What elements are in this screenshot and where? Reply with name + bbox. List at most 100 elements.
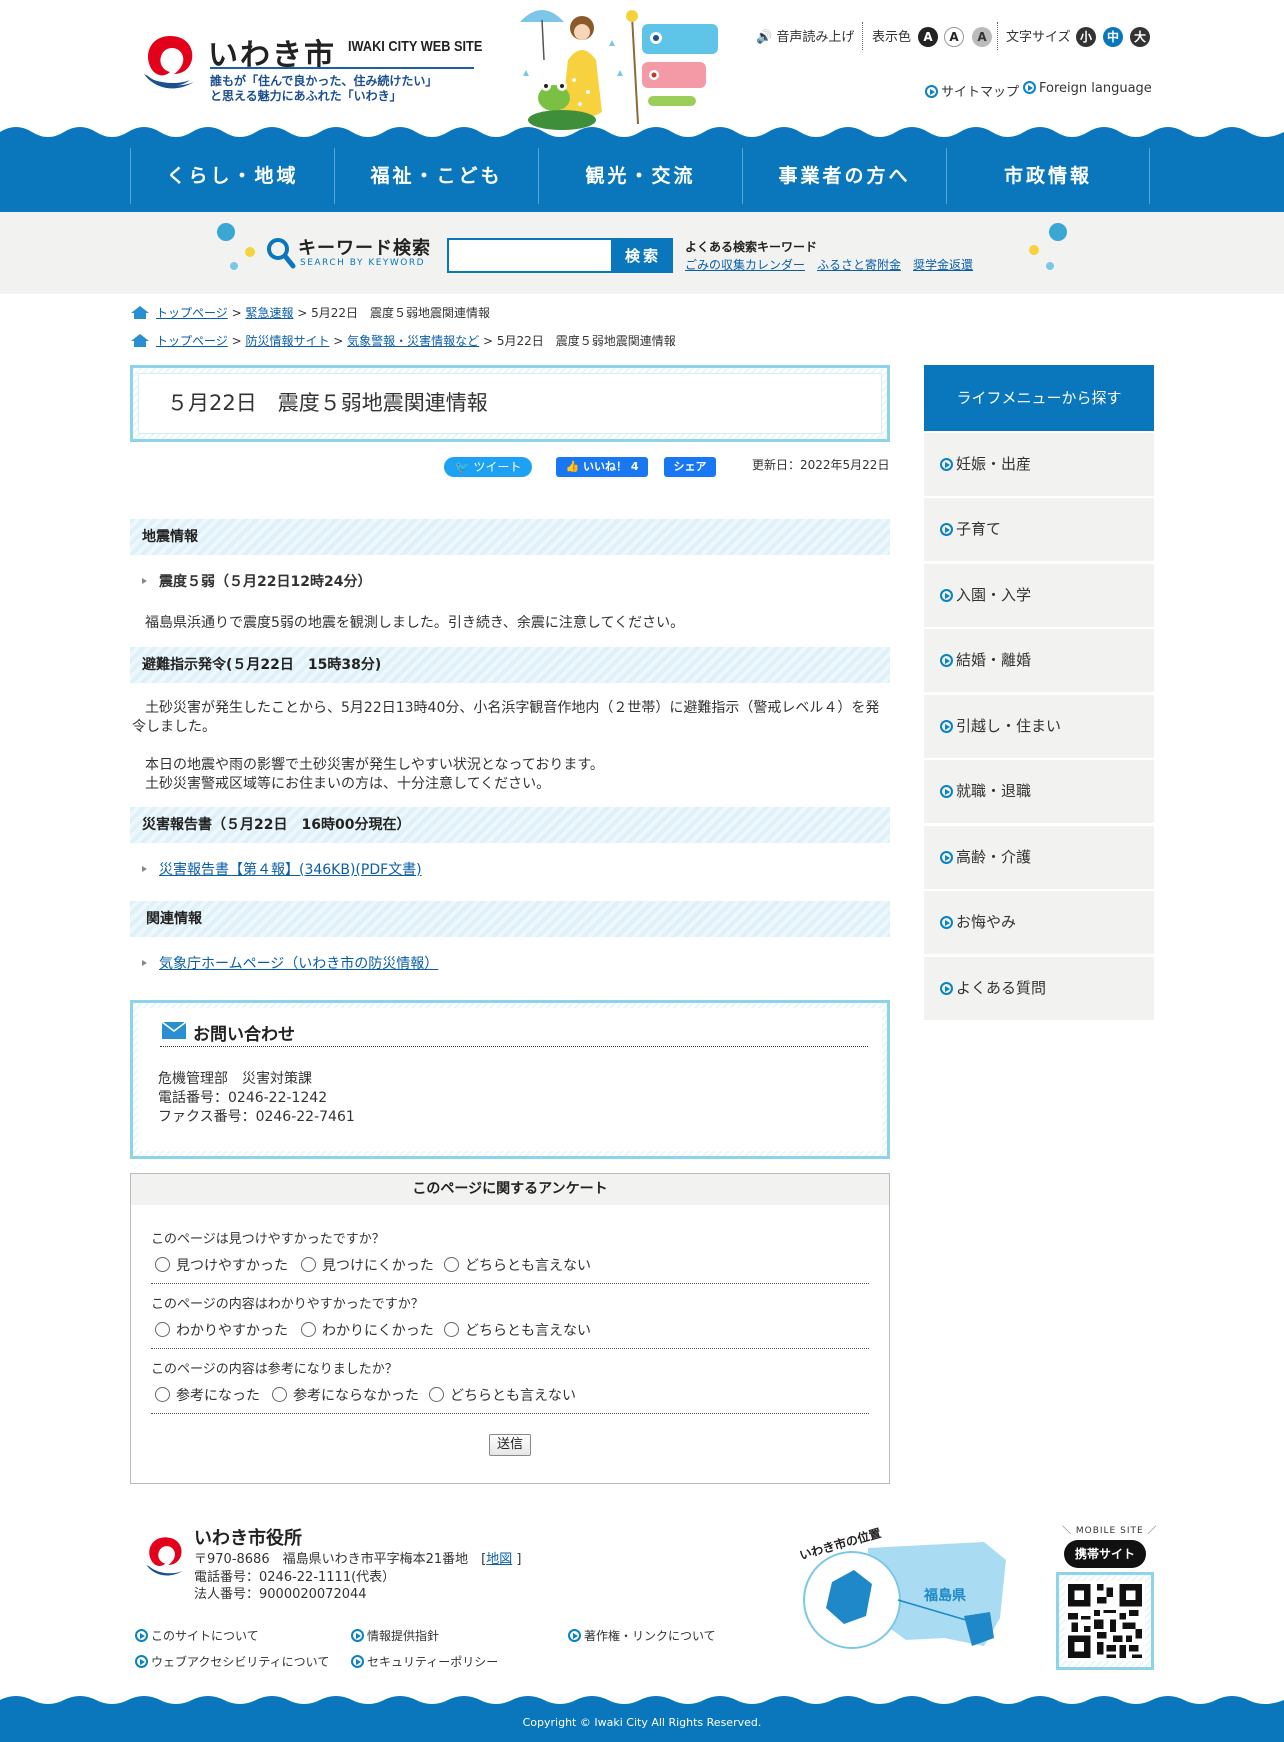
sidebar-item-marriage[interactable]: 結婚・離婚 [924,629,1154,692]
sidebar-item-label: 妊娠・出産 [956,455,1032,473]
survey-option[interactable]: 参考にならなかった [272,1385,419,1405]
keyword-link[interactable]: 奨学金返還 [913,256,973,273]
sidebar-item-school[interactable]: 入園・入学 [924,564,1154,627]
facebook-like-button[interactable]: 👍 いいね！ 4 [556,457,648,477]
section-heading-damage-report: 災害報告書（５月22日 16時00分現在） [130,807,890,843]
triangle-bullet-icon [142,578,147,584]
radio-button[interactable] [155,1257,170,1272]
circle-arrow-icon [940,589,953,602]
breadcrumb-link[interactable]: 防災情報サイト [245,334,329,348]
keyword-link[interactable]: ふるさと寄附金 [817,256,901,273]
sidebar-item-employment[interactable]: 就職・退職 [924,760,1154,823]
gnav-life[interactable]: くらし・地域 [130,148,334,204]
jma-link[interactable]: 気象庁ホームページ（いわき市の防災情報） [159,956,438,972]
survey-option-label: どちらとも言えない [465,1323,591,1339]
survey-option[interactable]: どちらとも言えない [429,1385,576,1405]
popular-keywords-heading: よくある検索キーワード [685,240,818,254]
like-label: いいね！ 4 [583,460,639,473]
font-size-medium-button[interactable]: 中 [1103,27,1123,47]
color-white-button[interactable]: A [944,27,964,47]
sidebar-item-childcare[interactable]: 子育て [924,498,1154,561]
survey-question: このページは見つけやすかったですか？ [151,1232,385,1247]
section-heading-evacuation: 避難指示発令(５月22日 15時38分) [130,647,890,683]
footer-address-bracket: ] [516,1552,522,1567]
footer-link-label: 著作権・リンクについて [584,1629,716,1643]
breadcrumb-link[interactable]: 気象警報・災害情報など [347,334,479,348]
font-size-small-button[interactable]: 小 [1076,27,1096,47]
home-icon [131,334,149,347]
footer-link-about[interactable]: このサイトについて [135,1627,259,1644]
mail-icon [162,1022,186,1039]
gnav-business[interactable]: 事業者の方へ [742,148,946,204]
copyright-text: Copyright © Iwaki City All Rights Reserv… [522,1716,762,1729]
footer-link-accessibility[interactable]: ウェブアクセシビリティについて [135,1653,329,1670]
sidebar-item-elderly[interactable]: 高齢・介護 [924,826,1154,889]
sitemap-link[interactable]: サイトマップ [925,81,1019,100]
iwaki-location-map: いわき市の位置 福島県 [798,1525,1006,1649]
radio-button[interactable] [155,1387,170,1402]
survey-option[interactable]: わかりやすかった [155,1320,288,1340]
sidebar-item-condolence[interactable]: お悔やみ [924,891,1154,954]
radio-button[interactable] [272,1387,287,1402]
tweet-button[interactable]: 🐦 ツイート [444,457,532,477]
qr-code-icon [1065,1581,1145,1661]
landslide-caution-text: 土砂災害警戒区域等にお住まいの方は、十分注意してください。 [145,776,551,792]
sidebar-item-faq[interactable]: よくある質問 [924,957,1154,1020]
circle-arrow-icon [351,1655,364,1668]
keyword-search-subtitle: SEARCH BY KEYWORD [300,258,426,268]
color-gray-button[interactable]: A [972,27,992,47]
footer-link-copyright[interactable]: 著作権・リンクについて [568,1627,716,1644]
page-survey: このページに関するアンケート このページは見つけやすかったですか？ 見つけやすか… [130,1173,890,1484]
search-button[interactable]: 検索 [613,238,673,273]
color-black-button[interactable]: A [918,27,938,47]
mobile-site-label: ＼ MOBILE SITE ／ [1062,1526,1158,1536]
breadcrumb-link-top[interactable]: トップページ [156,334,228,348]
survey-option[interactable]: 参考になった [155,1385,260,1405]
divider [151,1283,869,1284]
gnav-welfare[interactable]: 福祉・こども [334,148,538,204]
foreign-language-link[interactable]: Foreign language [1023,81,1152,96]
radio-button[interactable] [301,1322,316,1337]
circle-arrow-icon [940,720,953,733]
breadcrumb: トップページ > 防災情報サイト > 気象警報・災害情報など > 5月22日 震… [130,332,676,349]
keyword-link[interactable]: ごみの収集カレンダー [685,256,805,273]
logo-rule [210,67,474,69]
survey-option[interactable]: どちらとも言えない [444,1255,591,1275]
circle-arrow-icon [940,982,953,995]
radio-button[interactable] [155,1322,170,1337]
font-size-large-button[interactable]: 大 [1130,27,1150,47]
damage-report-pdf-link[interactable]: 災害報告書【第４報】(346KB)(PDF文書) [159,862,422,878]
footer-link-info-policy[interactable]: 情報提供指針 [351,1627,439,1644]
sidebar-item-label: 子育て [956,520,1002,538]
triangle-bullet-icon [142,866,147,872]
survey-option[interactable]: どちらとも言えない [444,1320,591,1340]
survey-option[interactable]: わかりにくかった [301,1320,434,1340]
sidebar-item-pregnancy[interactable]: 妊娠・出産 [924,433,1154,496]
survey-option[interactable]: 見つけにくかった [301,1255,434,1275]
gnav-tourism[interactable]: 観光・交流 [538,148,742,204]
footer-link-security[interactable]: セキュリティーポリシー [351,1653,498,1670]
facebook-share-button[interactable]: シェア [664,457,716,477]
sidebar-item-moving[interactable]: 引越し・住まい [924,695,1154,758]
search-input[interactable] [447,238,613,273]
keyword-search-title: キーワード検索 [298,238,431,259]
gnav-city-info[interactable]: 市政情報 [946,148,1150,204]
survey-option[interactable]: 見つけやすかった [155,1255,288,1275]
quake-intensity-text: 震度５弱（５月22日12時24分） [159,574,372,590]
circle-arrow-icon [568,1629,581,1642]
sidebar-item-label: 高齢・介護 [956,848,1032,866]
breadcrumb-current: 5月22日 震度５弱地震関連情報 [496,334,676,348]
radio-button[interactable] [444,1322,459,1337]
voice-readout-button[interactable]: 🔊 音声読み上げ [756,26,854,45]
radio-button[interactable] [444,1257,459,1272]
speaker-icon: 🔊 [756,30,773,45]
survey-submit-button[interactable]: 送信 [489,1434,531,1456]
radio-button[interactable] [429,1387,444,1402]
radio-button[interactable] [301,1257,316,1272]
iwaki-logo-icon[interactable] [140,30,202,96]
iwaki-logo-icon [146,1537,183,1576]
breadcrumb-link-top[interactable]: トップページ [156,306,228,320]
breadcrumb-link[interactable]: 緊急速報 [245,306,293,320]
map-link[interactable]: 地図 [486,1552,512,1567]
tagline-line-2: と思える魅力にあふれた「いわき」 [210,89,402,103]
